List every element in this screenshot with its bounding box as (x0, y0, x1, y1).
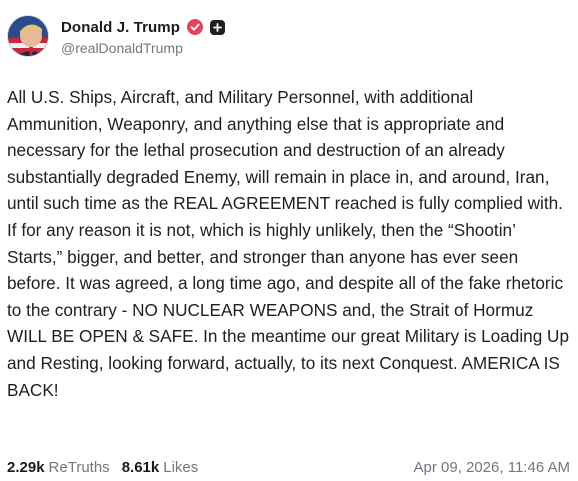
post-footer: 2.29k ReTruths 8.61k Likes Apr 09, 2026,… (7, 456, 570, 478)
display-name[interactable]: Donald J. Trump (61, 19, 180, 36)
retruths-stat[interactable]: 2.29k ReTruths (7, 459, 110, 476)
avatar[interactable] (7, 15, 49, 57)
handle[interactable]: @realDonaldTrump (61, 40, 225, 56)
post-timestamp[interactable]: Apr 09, 2026, 11:46 AM (414, 459, 571, 476)
post-header: Donald J. Trump @realDonaldTrump (7, 14, 226, 58)
post-text: All U.S. Ships, Aircraft, and Military P… (7, 87, 570, 400)
post-stats: 2.29k ReTruths 8.61k Likes (7, 459, 210, 476)
retruths-count: 2.29k (7, 458, 45, 476)
likes-count: 8.61k (121, 458, 160, 476)
avatar-image (8, 16, 48, 56)
likes-stat[interactable]: 8.61k Likes (122, 459, 199, 476)
retruths-label: ReTruths (48, 458, 110, 476)
truth-post: Donald J. Trump @realDonaldTrump All U.S… (0, 0, 578, 481)
author-names: Donald J. Trump @realDonaldTrump (61, 16, 226, 56)
verified-badge-icon (187, 19, 204, 35)
plus-square-icon[interactable] (210, 19, 226, 35)
name-row: Donald J. Trump (61, 16, 226, 38)
likes-label: Likes (163, 458, 199, 476)
